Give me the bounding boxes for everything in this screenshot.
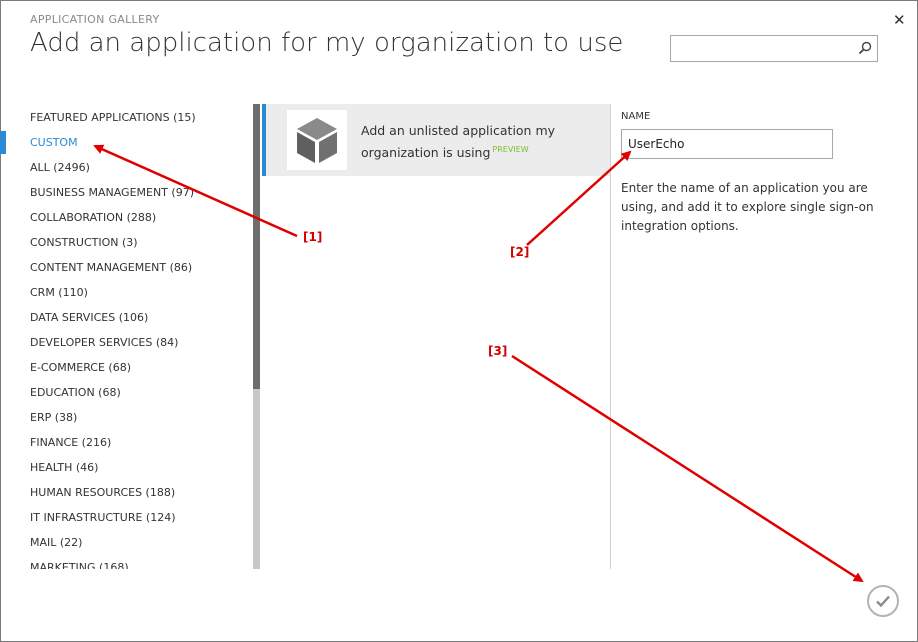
annotation-arrows <box>93 144 864 583</box>
arrow-1 <box>93 144 298 238</box>
checkmark-icon <box>876 595 890 608</box>
annotation-label-1: [1] <box>303 230 323 244</box>
annotation-label-3: [3] <box>488 344 508 358</box>
arrow-3 <box>511 354 864 583</box>
arrow-2 <box>526 150 632 246</box>
annotation-label-2: [2] <box>510 245 530 259</box>
confirm-check-button[interactable] <box>867 585 899 617</box>
